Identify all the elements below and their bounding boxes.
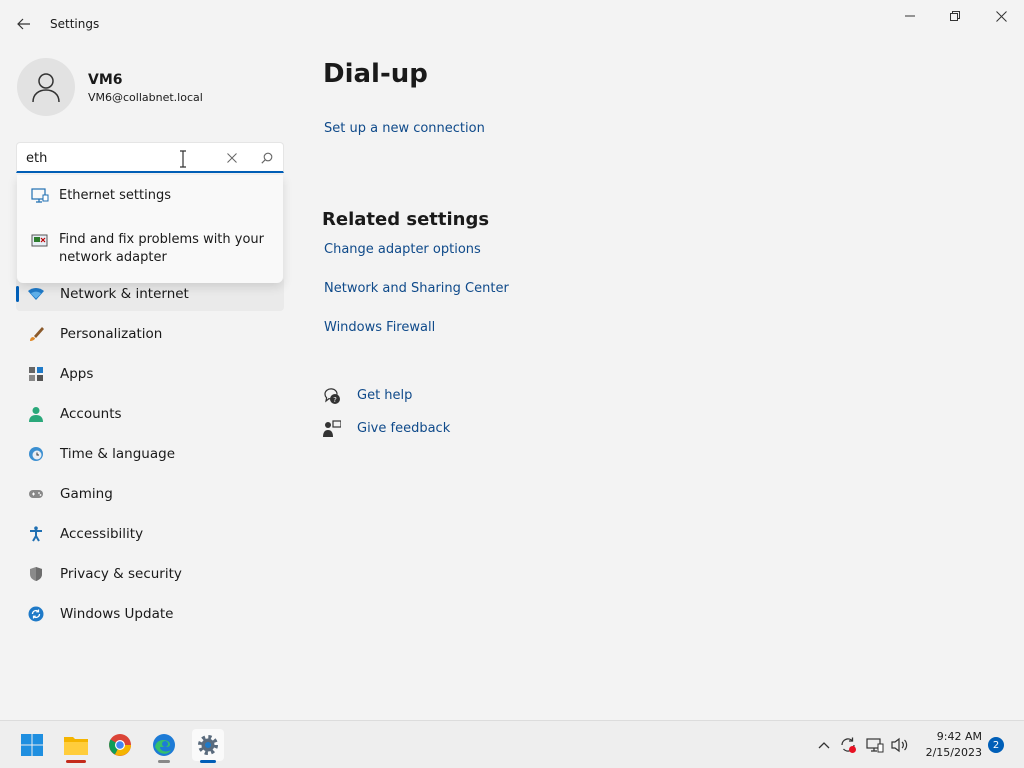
notification-badge[interactable]: 2 — [988, 737, 1004, 753]
sidebar-item-label: Accounts — [60, 406, 122, 422]
sidebar-item-accounts[interactable]: Accounts — [16, 397, 284, 431]
sidebar-item-windows-update[interactable]: Windows Update — [16, 597, 284, 631]
speaker-icon — [891, 737, 908, 753]
tray-volume[interactable] — [890, 735, 910, 755]
person-icon — [29, 407, 43, 422]
sidebar-item-privacy-security[interactable]: Privacy & security — [16, 557, 284, 591]
sync-alert-icon — [841, 737, 856, 753]
search-button[interactable] — [257, 149, 277, 167]
close-icon — [995, 10, 1007, 22]
settings-icon — [198, 735, 218, 755]
start-button[interactable] — [16, 729, 48, 761]
troubleshoot-icon — [31, 234, 48, 247]
back-button[interactable] — [12, 12, 36, 36]
get-help-link[interactable]: Get help — [357, 388, 412, 403]
suggestion-label: Find and fix problems with your network … — [59, 232, 265, 265]
suggestion-ethernet-settings[interactable]: Ethernet settings — [17, 181, 283, 211]
window-title: Settings — [50, 17, 100, 31]
svg-text:?: ? — [333, 396, 337, 404]
restore-icon — [950, 11, 960, 21]
setup-new-connection-link[interactable]: Set up a new connection — [324, 121, 485, 136]
text-cursor-icon — [180, 150, 186, 168]
ethernet-monitor-icon — [31, 188, 49, 203]
sidebar-item-label: Privacy & security — [60, 566, 182, 582]
sidebar-item-gaming[interactable]: Gaming — [16, 477, 284, 511]
clear-icon — [227, 153, 237, 163]
running-indicator — [66, 760, 86, 763]
suggestion-network-troubleshooter[interactable]: Find and fix problems with your network … — [17, 231, 283, 273]
close-button[interactable] — [978, 0, 1024, 32]
show-hidden-icons-button[interactable] — [814, 735, 834, 755]
taskbar-settings[interactable] — [192, 729, 224, 763]
clock-globe-icon — [29, 447, 43, 461]
search-box[interactable] — [16, 142, 284, 173]
brush-icon — [30, 327, 44, 341]
user-icon — [32, 73, 60, 103]
taskbar-chrome[interactable] — [104, 729, 136, 761]
selection-indicator — [16, 286, 19, 302]
feedback-icon — [323, 420, 341, 437]
sidebar-item-accessibility[interactable]: Accessibility — [16, 517, 284, 551]
active-indicator — [200, 760, 216, 763]
sidebar-item-label: Accessibility — [60, 526, 144, 542]
minimize-icon — [905, 15, 915, 17]
taskbar-file-explorer[interactable] — [60, 729, 92, 763]
search-icon — [261, 152, 273, 164]
clock-time: 9:42 AM — [936, 730, 982, 743]
page-title: Dial-up — [323, 59, 428, 89]
clock-date: 2/15/2023 — [925, 746, 982, 759]
gamepad-icon — [29, 490, 43, 498]
network-icon — [866, 738, 884, 753]
file-explorer-icon — [64, 737, 88, 755]
running-indicator — [158, 760, 170, 763]
edge-icon — [153, 734, 175, 756]
restore-button[interactable] — [932, 0, 978, 32]
update-icon — [28, 606, 44, 622]
sidebar-item-label: Windows Update — [60, 606, 174, 622]
minimize-button[interactable] — [887, 0, 933, 32]
tray-network[interactable] — [865, 735, 885, 755]
title-bar: Settings — [0, 0, 1024, 48]
taskbar-edge[interactable] — [148, 729, 180, 763]
sidebar-item-apps[interactable]: Apps — [16, 357, 284, 391]
apps-icon — [29, 367, 43, 381]
chevron-up-icon — [818, 742, 830, 749]
shield-icon — [30, 567, 42, 581]
chrome-icon — [109, 734, 131, 756]
sidebar-item-time-language[interactable]: Time & language — [16, 437, 284, 471]
sidebar-item-label: Personalization — [60, 326, 163, 342]
back-arrow-icon — [17, 18, 30, 30]
wifi-icon — [28, 288, 44, 300]
accessibility-icon — [30, 526, 42, 542]
avatar[interactable] — [17, 58, 75, 116]
sidebar-item-label: Time & language — [60, 446, 176, 462]
user-name: VM6 — [88, 72, 123, 88]
start-icon — [21, 734, 43, 756]
help-icon: ? — [324, 388, 340, 404]
tray-sync[interactable] — [838, 735, 858, 755]
related-settings-heading: Related settings — [322, 209, 490, 230]
windows-firewall-link[interactable]: Windows Firewall — [324, 320, 435, 335]
sidebar-item-label: Network & internet — [60, 286, 189, 302]
sidebar-item-label: Gaming — [60, 486, 113, 502]
suggestion-label: Ethernet settings — [59, 188, 171, 203]
search-suggestions: Ethernet settings Find and fix problems … — [17, 175, 283, 283]
sidebar-item-personalization[interactable]: Personalization — [16, 317, 284, 351]
network-sharing-center-link[interactable]: Network and Sharing Center — [324, 281, 509, 296]
give-feedback-link[interactable]: Give feedback — [357, 421, 450, 436]
user-email: VM6@collabnet.local — [88, 91, 203, 104]
taskbar: 9:42 AM 2/15/2023 2 — [0, 720, 1024, 768]
change-adapter-options-link[interactable]: Change adapter options — [324, 242, 481, 257]
clear-search-button[interactable] — [222, 149, 242, 167]
sidebar-item-label: Apps — [60, 366, 94, 382]
taskbar-clock[interactable]: 9:42 AM 2/15/2023 — [918, 729, 982, 761]
